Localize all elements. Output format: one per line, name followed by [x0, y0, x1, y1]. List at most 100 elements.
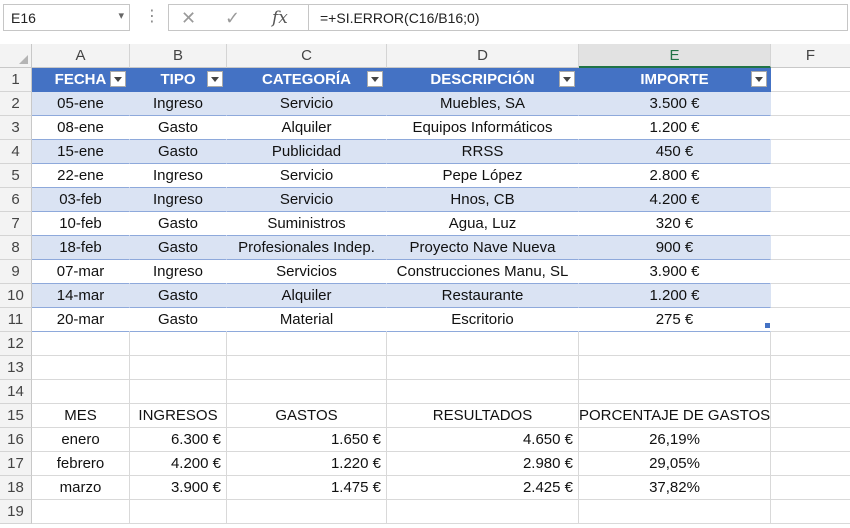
column-header-a[interactable]: A: [32, 44, 130, 68]
cell[interactable]: [771, 212, 850, 236]
cell[interactable]: [771, 380, 850, 404]
table-cell[interactable]: Hnos, CB: [387, 188, 579, 212]
cell[interactable]: [227, 500, 387, 524]
table-cell[interactable]: RRSS: [387, 140, 579, 164]
cell[interactable]: [32, 500, 130, 524]
table-cell[interactable]: Servicio: [227, 164, 387, 188]
row-header-12[interactable]: 12: [0, 332, 32, 356]
summary-cell[interactable]: 2.425 €: [387, 476, 579, 500]
row-header-4[interactable]: 4: [0, 140, 32, 164]
row-header-6[interactable]: 6: [0, 188, 32, 212]
table-cell[interactable]: 14-mar: [32, 284, 130, 308]
table-cell[interactable]: Escritorio: [387, 308, 579, 332]
filter-dropdown-icon[interactable]: [559, 71, 575, 87]
cell[interactable]: [771, 260, 850, 284]
chevron-down-icon[interactable]: ▾: [118, 9, 124, 22]
table-cell[interactable]: 08-ene: [32, 116, 130, 140]
table-cell[interactable]: Servicios: [227, 260, 387, 284]
cell[interactable]: [130, 380, 227, 404]
table-cell[interactable]: 10-feb: [32, 212, 130, 236]
table-header-2[interactable]: CATEGORÍA: [227, 68, 387, 92]
row-header-14[interactable]: 14: [0, 380, 32, 404]
table-cell[interactable]: Ingreso: [130, 260, 227, 284]
table-cell[interactable]: Agua, Luz: [387, 212, 579, 236]
cell[interactable]: [771, 140, 850, 164]
table-cell[interactable]: Gasto: [130, 284, 227, 308]
row-header-10[interactable]: 10: [0, 284, 32, 308]
filter-dropdown-icon[interactable]: [110, 71, 126, 87]
cell[interactable]: [387, 356, 579, 380]
name-box[interactable]: E16 ▾: [3, 4, 130, 31]
cell[interactable]: [32, 332, 130, 356]
table-header-4[interactable]: IMPORTE: [579, 68, 771, 92]
table-cell[interactable]: Restaurante: [387, 284, 579, 308]
table-cell[interactable]: 900 €: [579, 236, 771, 260]
insert-function-icon[interactable]: fx: [272, 6, 288, 30]
summary-cell[interactable]: 3.900 €: [130, 476, 227, 500]
summary-cell[interactable]: 4.200 €: [130, 452, 227, 476]
summary-cell[interactable]: 1.475 €: [227, 476, 387, 500]
cell[interactable]: [771, 236, 850, 260]
table-cell[interactable]: Pepe López: [387, 164, 579, 188]
table-cell[interactable]: 2.800 €: [579, 164, 771, 188]
row-header-11[interactable]: 11: [0, 308, 32, 332]
table-cell[interactable]: Gasto: [130, 140, 227, 164]
table-cell[interactable]: Gasto: [130, 308, 227, 332]
cell[interactable]: [771, 116, 850, 140]
table-cell[interactable]: Material: [227, 308, 387, 332]
table-cell[interactable]: Profesionales Indep.: [227, 236, 387, 260]
row-header-18[interactable]: 18: [0, 476, 32, 500]
cell[interactable]: [771, 68, 850, 92]
table-cell[interactable]: 1.200 €: [579, 116, 771, 140]
row-header-9[interactable]: 9: [0, 260, 32, 284]
row-header-5[interactable]: 5: [0, 164, 32, 188]
summary-header-0[interactable]: MES: [32, 404, 130, 428]
table-cell[interactable]: Servicio: [227, 188, 387, 212]
table-header-0[interactable]: FECHA: [32, 68, 130, 92]
summary-header-3[interactable]: RESULTADOS: [387, 404, 579, 428]
table-cell[interactable]: Muebles, SA: [387, 92, 579, 116]
cell[interactable]: [579, 356, 771, 380]
column-header-f[interactable]: F: [771, 44, 850, 68]
row-header-13[interactable]: 13: [0, 356, 32, 380]
summary-cell[interactable]: 2.980 €: [387, 452, 579, 476]
cell[interactable]: [579, 332, 771, 356]
table-cell[interactable]: 3.900 €: [579, 260, 771, 284]
column-header-e[interactable]: E: [579, 44, 771, 68]
table-cell[interactable]: Equipos Informáticos: [387, 116, 579, 140]
cell[interactable]: [771, 500, 850, 524]
row-header-7[interactable]: 7: [0, 212, 32, 236]
row-header-19[interactable]: 19: [0, 500, 32, 524]
table-cell[interactable]: Servicio: [227, 92, 387, 116]
table-header-3[interactable]: DESCRIPCIÓN: [387, 68, 579, 92]
table-cell[interactable]: 4.200 €: [579, 188, 771, 212]
cell[interactable]: [130, 356, 227, 380]
table-cell[interactable]: 03-feb: [32, 188, 130, 212]
summary-cell[interactable]: 26,19%: [579, 428, 771, 452]
enter-check-icon[interactable]: ✓: [225, 6, 240, 30]
table-cell[interactable]: Construcciones Manu, SL: [387, 260, 579, 284]
summary-cell[interactable]: marzo: [32, 476, 130, 500]
summary-header-4[interactable]: PORCENTAJE DE GASTOS: [579, 404, 771, 428]
table-cell[interactable]: Gasto: [130, 236, 227, 260]
column-header-c[interactable]: C: [227, 44, 387, 68]
table-cell[interactable]: Suministros: [227, 212, 387, 236]
table-resize-handle[interactable]: [765, 323, 770, 328]
table-cell[interactable]: 20-mar: [32, 308, 130, 332]
cell[interactable]: [579, 500, 771, 524]
cell[interactable]: [771, 308, 850, 332]
summary-cell[interactable]: 37,82%: [579, 476, 771, 500]
summary-cell[interactable]: 4.650 €: [387, 428, 579, 452]
cell[interactable]: [771, 356, 850, 380]
table-cell[interactable]: 15-ene: [32, 140, 130, 164]
cell[interactable]: [387, 332, 579, 356]
cell[interactable]: [771, 332, 850, 356]
table-cell[interactable]: 05-ene: [32, 92, 130, 116]
table-cell[interactable]: 22-ene: [32, 164, 130, 188]
cell[interactable]: [130, 332, 227, 356]
cell[interactable]: [579, 380, 771, 404]
summary-header-2[interactable]: GASTOS: [227, 404, 387, 428]
summary-cell[interactable]: febrero: [32, 452, 130, 476]
summary-header-1[interactable]: INGRESOS: [130, 404, 227, 428]
table-cell[interactable]: Gasto: [130, 212, 227, 236]
